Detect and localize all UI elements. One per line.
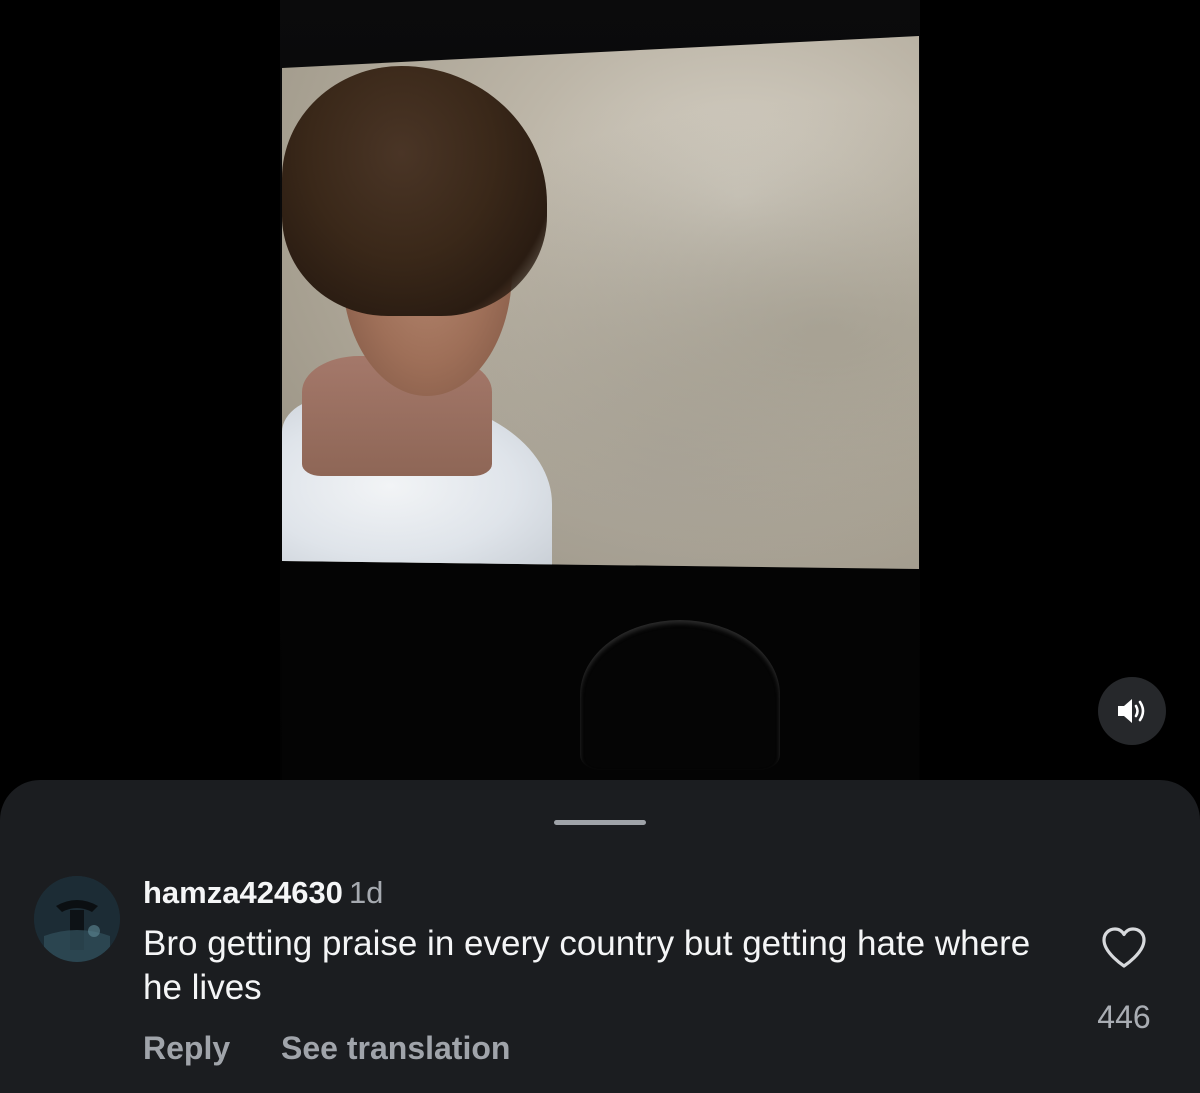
comment-username[interactable]: hamza424630 xyxy=(143,875,343,910)
comment-text: Bro getting praise in every country but … xyxy=(143,924,1031,1007)
sound-toggle-button[interactable] xyxy=(1098,677,1166,745)
comment-timestamp: 1d xyxy=(348,875,384,910)
like-count: 446 xyxy=(1097,999,1151,1035)
actor-portrait xyxy=(282,36,562,569)
heart-outline-icon[interactable] xyxy=(1100,926,1148,970)
cinema-screen-image xyxy=(282,36,919,569)
comments-sheet: hamza424630 1d Bro getting praise in ever… xyxy=(0,780,1200,1093)
reel-comment-screen: hamza424630 1d Bro getting praise in ever… xyxy=(0,0,1200,1093)
sheet-drag-handle[interactable] xyxy=(554,820,646,825)
audience-head-silhouette xyxy=(580,620,780,770)
comment-body: hamza424630 1d Bro getting praise in ever… xyxy=(143,874,1063,1068)
avatar[interactable] xyxy=(34,876,120,962)
reply-button[interactable]: Reply xyxy=(143,1030,230,1066)
comment-actions: Reply See translation xyxy=(143,1028,1063,1068)
speaker-on-icon xyxy=(1118,699,1145,723)
comment-meta: hamza424630 1d xyxy=(143,874,1063,912)
comment-like: 446 xyxy=(1094,926,1154,1036)
see-translation-button[interactable]: See translation xyxy=(281,1030,510,1066)
avatar-image xyxy=(34,876,120,962)
video-player[interactable] xyxy=(0,0,1200,800)
